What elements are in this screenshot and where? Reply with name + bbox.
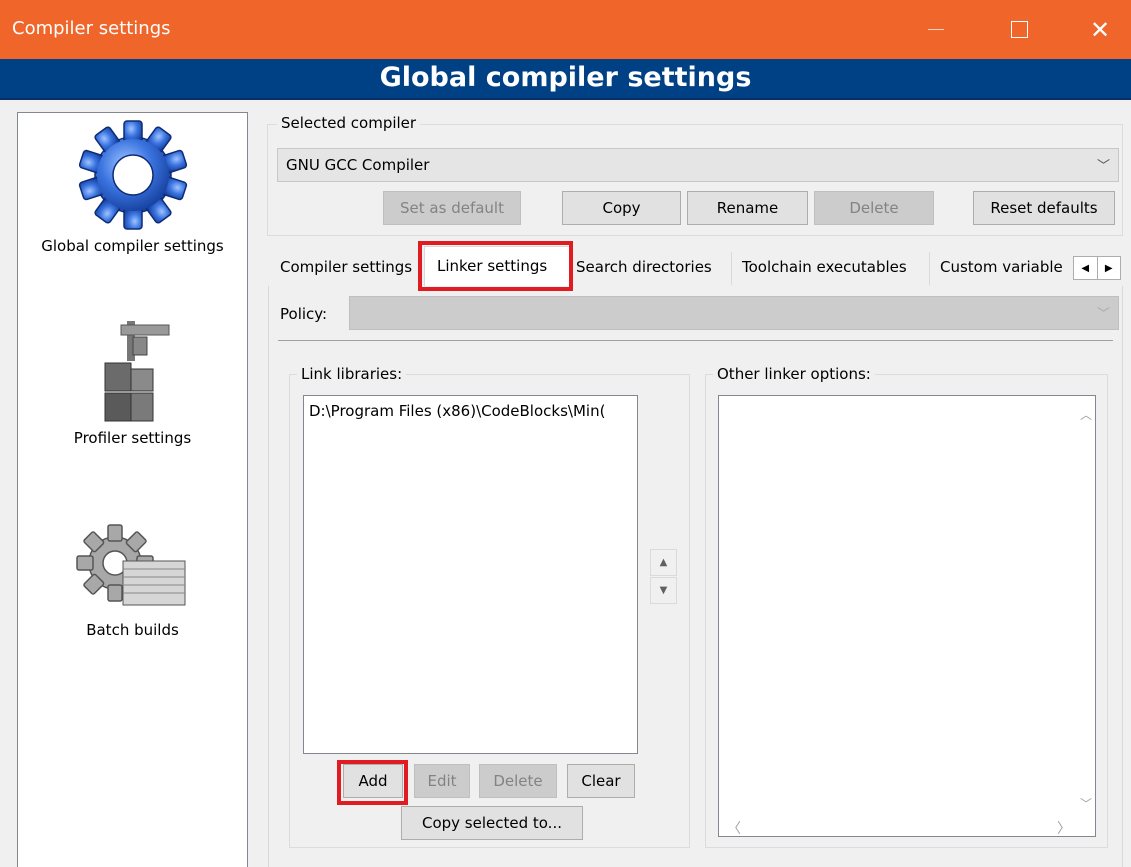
delete-compiler-button[interactable]: Delete: [814, 191, 934, 225]
window-title: Compiler settings: [12, 18, 171, 39]
link-libraries-list[interactable]: D:\Program Files (x86)\CodeBlocks\Min(: [303, 395, 638, 754]
minimize-button[interactable]: [908, 0, 964, 59]
horizontal-scrollbar[interactable]: 〈 〉: [719, 818, 1077, 836]
other-linker-options-textarea[interactable]: ︿ ﹀ 〈 〉: [718, 395, 1096, 837]
policy-label: Policy:: [280, 305, 328, 323]
caliper-icon: [104, 321, 169, 422]
title-bar: Compiler settings ✕: [0, 0, 1131, 59]
other-linker-options-label: Other linker options:: [713, 365, 875, 383]
link-libraries-label: Link libraries:: [297, 365, 407, 383]
policy-select[interactable]: ﹀: [349, 296, 1119, 330]
sidebar-item-global-compiler[interactable]: Global compiler settings: [18, 119, 247, 255]
tab-compiler-settings[interactable]: Compiler settings: [272, 252, 422, 285]
reset-defaults-button[interactable]: Reset defaults: [973, 191, 1115, 225]
edit-library-button[interactable]: Edit: [414, 764, 470, 798]
sidebar-item-batch-builds[interactable]: Batch builds: [18, 521, 247, 639]
caret-right-icon: ▶: [1104, 262, 1113, 274]
tab-custom-variables[interactable]: Custom variable: [932, 252, 1072, 285]
rename-button[interactable]: Rename: [687, 191, 808, 225]
maximize-button[interactable]: [991, 0, 1047, 59]
minimize-icon: [928, 29, 944, 30]
scroll-down-icon: ﹀: [1080, 797, 1093, 811]
policy-divider: [278, 340, 1113, 341]
selected-compiler-label: Selected compiler: [277, 114, 421, 132]
scroll-up-icon: ︿: [1080, 408, 1093, 422]
batch-gear-icon: [75, 524, 185, 606]
scroll-right-icon: 〉: [1057, 821, 1071, 837]
sidebar-item-label: Global compiler settings: [41, 237, 224, 255]
caret-left-icon: ◀: [1081, 262, 1090, 274]
banner-divider: [0, 98, 1131, 100]
tab-scroll-right-button[interactable]: ▶: [1098, 257, 1121, 279]
page-title: Global compiler settings: [0, 59, 1131, 98]
clear-libraries-button[interactable]: Clear: [567, 764, 635, 798]
caret-down-icon: ▼: [659, 585, 668, 596]
close-button[interactable]: ✕: [1072, 0, 1128, 59]
scroll-left-icon: 〈: [727, 821, 741, 837]
highlight-add-button: [337, 760, 408, 805]
compiler-select-value: GNU GCC Compiler: [286, 156, 430, 174]
move-down-button[interactable]: ▼: [650, 577, 677, 604]
tab-scroll-controls: ◀ ▶: [1073, 256, 1121, 280]
copy-button[interactable]: Copy: [562, 191, 681, 225]
delete-library-button[interactable]: Delete: [479, 764, 557, 798]
set-as-default-button[interactable]: Set as default: [383, 191, 521, 225]
sidebar-item-label: Profiler settings: [73, 429, 192, 447]
maximize-icon: [1010, 21, 1028, 38]
tab-search-directories[interactable]: Search directories: [572, 252, 732, 285]
vertical-scrollbar[interactable]: ︿ ﹀: [1075, 396, 1095, 820]
list-item[interactable]: D:\Program Files (x86)\CodeBlocks\Min(: [309, 402, 605, 420]
highlight-linker-tab: [418, 241, 573, 291]
tab-scroll-left-button[interactable]: ◀: [1074, 257, 1098, 279]
gear-icon: [78, 120, 187, 230]
sidebar-item-profiler[interactable]: Profiler settings: [18, 313, 247, 447]
caret-up-icon: ▲: [659, 557, 668, 568]
chevron-down-icon: ﹀: [1096, 307, 1110, 322]
close-icon: ✕: [1089, 15, 1111, 44]
tab-toolchain-executables[interactable]: Toolchain executables: [734, 252, 930, 285]
copy-selected-to-button[interactable]: Copy selected to...: [401, 806, 583, 840]
move-up-button[interactable]: ▲: [650, 549, 677, 576]
sidebar-item-label: Batch builds: [86, 621, 179, 639]
category-list: Global compiler settings Profiler settin…: [17, 112, 248, 867]
chevron-down-icon: ﹀: [1096, 159, 1110, 174]
compiler-select[interactable]: GNU GCC Compiler ﹀: [277, 148, 1119, 182]
